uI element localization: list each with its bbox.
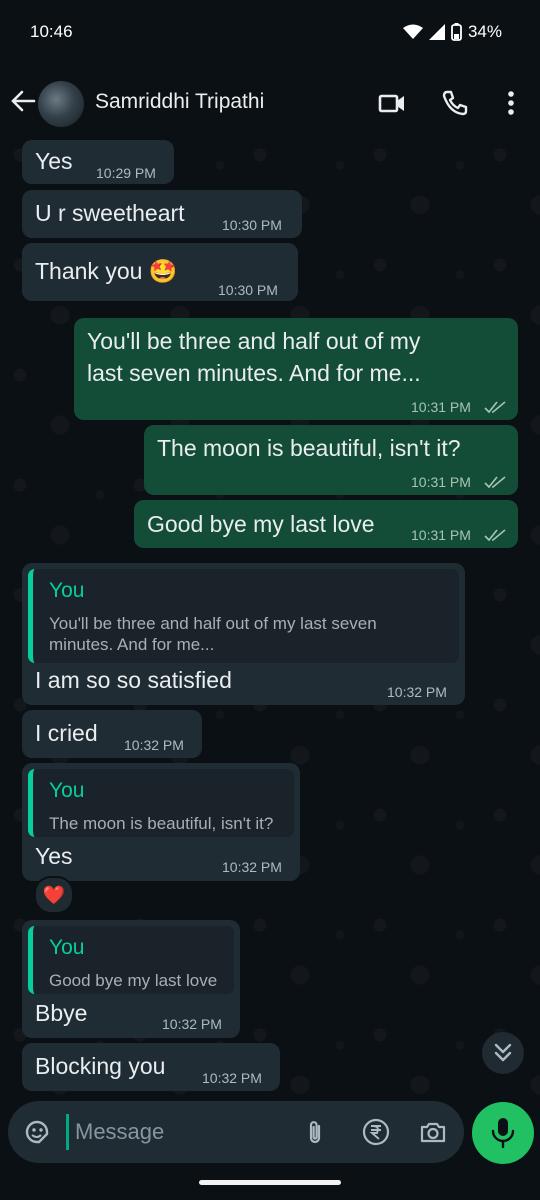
status-bar: 10:46 34% — [0, 0, 540, 64]
status-time: 10:46 — [30, 22, 73, 41]
battery-percent: 34% — [467, 22, 502, 41]
message-text: Yes — [35, 148, 73, 174]
message-composer — [8, 1101, 464, 1163]
quote-author: You — [49, 779, 85, 802]
incoming-reply-message[interactable]: You Good bye my last love Bbye 10:32 PM — [22, 920, 240, 1038]
voice-call-icon[interactable] — [440, 88, 470, 118]
quote-author: You — [49, 936, 85, 959]
incoming-reply-message[interactable]: You The moon is beautiful, isn't it? Yes… — [22, 763, 300, 881]
message-time: 10:32 PM — [222, 859, 282, 875]
quoted-message[interactable]: You Good bye my last love — [28, 926, 234, 994]
mic-icon — [491, 1118, 515, 1149]
message-text: Yes — [35, 843, 73, 869]
message-time: 10:32 PM — [124, 737, 184, 753]
camera-icon[interactable] — [418, 1117, 448, 1147]
scroll-down-button[interactable] — [482, 1032, 524, 1074]
message-time: 10:29 PM — [96, 165, 156, 181]
scroll-down-icon — [494, 1043, 512, 1062]
incoming-message[interactable]: U r sweetheart 10:30 PM — [22, 190, 302, 238]
video-call-icon[interactable] — [377, 88, 407, 118]
attach-icon[interactable] — [300, 1117, 330, 1147]
sticker-icon[interactable] — [22, 1117, 52, 1147]
message-text: Bbye — [35, 1000, 88, 1026]
message-text: Good bye my last love — [147, 511, 375, 537]
quoted-message[interactable]: You You'll be three and half out of my l… — [28, 569, 459, 663]
gesture-navigation-bar[interactable] — [199, 1180, 341, 1185]
message-time: 10:31 PM — [411, 527, 471, 543]
chat-header: Samriddhi Tripathi — [0, 64, 540, 140]
message-text-line: You'll be three and half out of my — [87, 328, 421, 354]
incoming-message[interactable]: I cried 10:32 PM — [22, 710, 202, 758]
incoming-message[interactable]: Thank you 🤩 10:30 PM — [22, 243, 298, 301]
status-indicators: 34% — [402, 22, 502, 42]
double-check-icon — [484, 401, 506, 414]
message-text: I cried — [35, 720, 98, 746]
wifi-icon — [402, 24, 423, 39]
message-time: 10:31 PM — [411, 399, 471, 415]
message-time: 10:31 PM — [411, 474, 471, 490]
heart-reaction[interactable]: ❤️ — [34, 876, 74, 914]
double-check-icon — [484, 529, 506, 542]
quote-text-line: You'll be three and half out of my last … — [49, 614, 377, 633]
incoming-message[interactable]: Yes 10:29 PM — [22, 140, 174, 184]
message-text: Thank you 🤩 — [35, 258, 178, 284]
message-time: 10:32 PM — [202, 1070, 262, 1086]
message-time: 10:32 PM — [162, 1016, 222, 1032]
message-input[interactable] — [66, 1114, 305, 1150]
message-text: I am so so satisfied — [35, 667, 232, 693]
outgoing-message[interactable]: Good bye my last love 10:31 PM — [134, 500, 518, 548]
mic-button[interactable] — [472, 1102, 534, 1164]
quote-text-line: Good bye my last love — [49, 971, 218, 990]
quoted-message[interactable]: You The moon is beautiful, isn't it? — [28, 769, 294, 837]
message-text: U r sweetheart — [35, 200, 185, 226]
message-text: The moon is beautiful, isn't it? — [157, 435, 461, 461]
rupee-payment-icon[interactable] — [361, 1117, 391, 1147]
outgoing-message[interactable]: You'll be three and half out of my last … — [74, 318, 518, 420]
quote-text-line: The moon is beautiful, isn't it? — [49, 814, 274, 833]
incoming-reply-message[interactable]: You You'll be three and half out of my l… — [22, 563, 465, 705]
more-options-icon[interactable] — [496, 88, 526, 118]
quote-author: You — [49, 579, 85, 602]
back-arrow-icon[interactable] — [8, 86, 38, 116]
quote-text-line: minutes. And for me... — [49, 635, 215, 654]
outgoing-message[interactable]: The moon is beautiful, isn't it? 10:31 P… — [144, 425, 518, 495]
battery-icon — [451, 23, 462, 41]
message-time: 10:30 PM — [222, 217, 282, 233]
message-time: 10:32 PM — [387, 684, 447, 700]
message-time: 10:30 PM — [218, 282, 278, 298]
double-check-icon — [484, 476, 506, 489]
signal-icon — [428, 24, 445, 40]
incoming-message[interactable]: Blocking you 10:32 PM — [22, 1043, 280, 1091]
contact-avatar[interactable] — [38, 81, 84, 127]
contact-name[interactable]: Samriddhi Tripathi — [95, 90, 264, 114]
message-text-line: last seven minutes. And for me... — [87, 360, 421, 386]
message-text: Blocking you — [35, 1053, 166, 1079]
